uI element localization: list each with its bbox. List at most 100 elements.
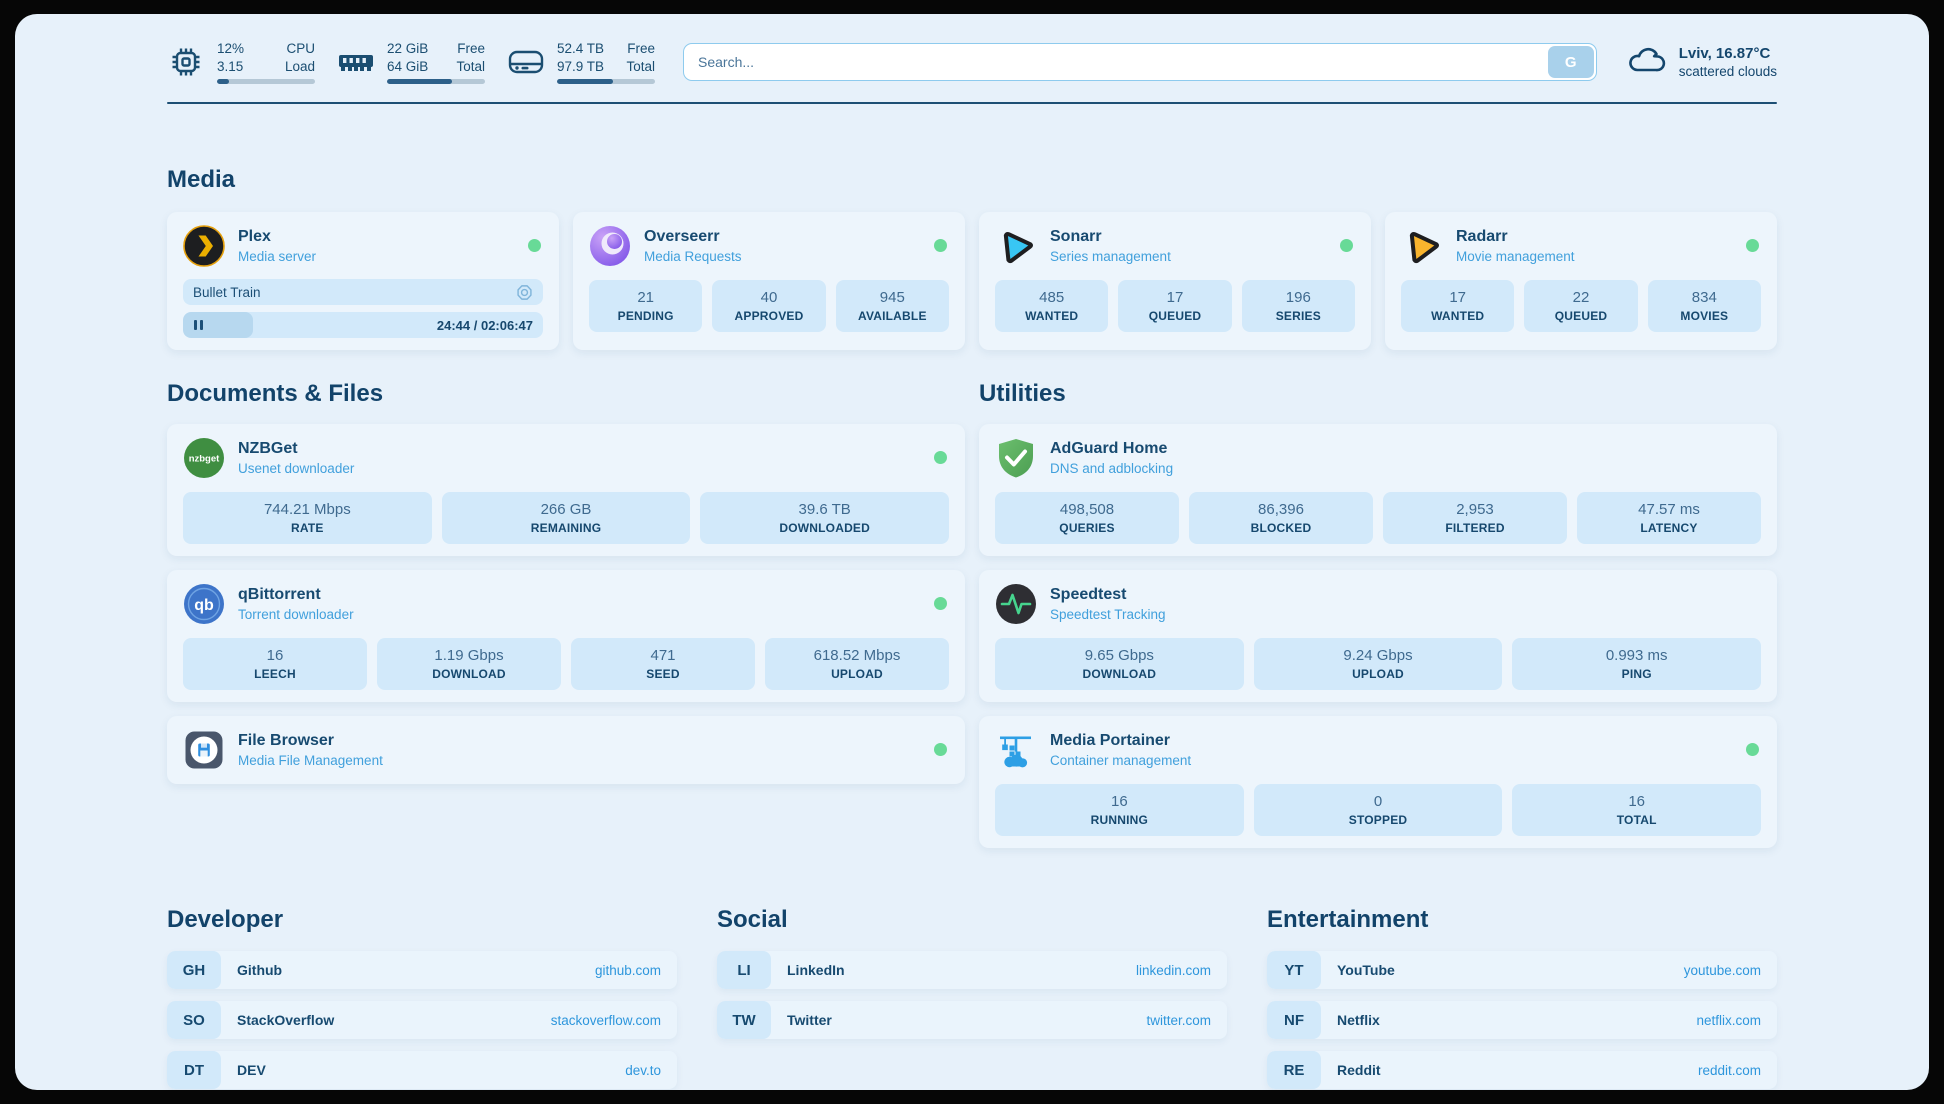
stat-tile: 40 APPROVED [712,280,825,332]
service-subtitle: DNS and adblocking [1050,461,1173,476]
service-subtitle: Series management [1050,249,1171,264]
resource-widgets: 12% 3.15 CPU Load [167,40,655,84]
session-icon [516,284,533,301]
service-name: File Browser [238,732,383,750]
resource-disk: 52.4 TB 97.9 TB Free Total [507,40,655,84]
stat-tile: 471 SEED [571,638,755,690]
stat-tile: 47.57 ms LATENCY [1577,492,1761,544]
bookmark-name: DEV [237,1062,266,1078]
service-subtitle: Media Requests [644,249,742,264]
bookmark-abbr: RE [1267,1051,1321,1089]
service-name: Speedtest [1050,586,1166,604]
weather-condition: scattered clouds [1679,64,1777,79]
search-provider-button[interactable]: G [1548,46,1594,78]
bookmark-url: linkedin.com [1136,963,1211,978]
header-divider [167,102,1777,104]
stat-tile: 266 GB REMAINING [442,492,691,544]
bookmark-netflix[interactable]: NF Netflix netflix.com [1267,1001,1777,1039]
status-online-dot [934,743,947,756]
section-title-developer: Developer [167,906,677,934]
status-online-dot [1746,239,1759,252]
service-card-filebrowser[interactable]: File Browser Media File Management [167,716,965,784]
stat-tile: 17 QUEUED [1118,280,1231,332]
section-title-documents-files: Documents & Files [167,380,965,408]
now-playing-widget: Bullet Train [183,279,543,338]
stat-tile: 16 TOTAL [1512,784,1761,836]
service-card-adguard[interactable]: AdGuard Home DNS and adblocking 498,508 … [979,424,1777,556]
adguard-icon [995,437,1037,479]
stat-tile: 196 SERIES [1242,280,1355,332]
stat-tile: 16 RUNNING [995,784,1244,836]
service-card-plex[interactable]: Plex Media server Bullet Train [167,212,559,350]
radarr-icon [1401,225,1443,267]
service-card-nzbget[interactable]: nzbget NZBGet Usenet downloader 744.21 M… [167,424,965,556]
status-online-dot [934,451,947,464]
service-card-radarr[interactable]: Radarr Movie management 17 WANTED 22 QUE… [1385,212,1777,350]
cpu-progress-bar [217,79,315,84]
filebrowser-icon [183,729,225,771]
cpu-values: 12% 3.15 [217,40,244,75]
bookmark-twitter[interactable]: TW Twitter twitter.com [717,1001,1227,1039]
stat-tile: 744.21 Mbps RATE [183,492,432,544]
bookmark-dev[interactable]: DT DEV dev.to [167,1051,677,1089]
bookmark-reddit[interactable]: RE Reddit reddit.com [1267,1051,1777,1089]
bookmark-name: Github [237,962,282,978]
weather-location-temp: Lviv, 16.87°C [1679,45,1777,62]
service-name: qBittorrent [238,586,354,604]
stat-tile: 22 QUEUED [1524,280,1637,332]
bookmark-name: Netflix [1337,1012,1380,1028]
stat-tile: 834 MOVIES [1648,280,1761,332]
stat-tile: 16 LEECH [183,638,367,690]
pause-icon [193,319,204,331]
service-card-sonarr[interactable]: Sonarr Series management 485 WANTED 17 Q… [979,212,1371,350]
stat-tile: 485 WANTED [995,280,1108,332]
top-bar: 12% 3.15 CPU Load [167,40,1777,84]
svg-text:nzbget: nzbget [189,454,220,465]
disk-icon [507,43,545,81]
service-subtitle: Container management [1050,753,1191,768]
bookmark-name: StackOverflow [237,1012,334,1028]
stat-tile: 0.993 ms PING [1512,638,1761,690]
now-playing-title: Bullet Train [193,285,261,300]
bookmark-url: dev.to [625,1063,661,1078]
bookmark-stackoverflow[interactable]: SO StackOverflow stackoverflow.com [167,1001,677,1039]
bookmark-abbr: YT [1267,951,1321,989]
search-bar: G [683,43,1597,81]
stat-tile: 39.6 TB DOWNLOADED [700,492,949,544]
status-online-dot [1340,239,1353,252]
stat-tile: 9.24 Gbps UPLOAD [1254,638,1503,690]
bookmark-name: LinkedIn [787,962,845,978]
stat-tile: 618.52 Mbps UPLOAD [765,638,949,690]
search-input[interactable] [683,43,1597,81]
service-name: Overseerr [644,228,742,246]
dashboard-page: 12% 3.15 CPU Load [15,14,1929,1090]
service-card-speedtest[interactable]: Speedtest Speedtest Tracking 9.65 Gbps D… [979,570,1777,702]
section-title-social: Social [717,906,1227,934]
stat-tile: 0 STOPPED [1254,784,1503,836]
service-card-qbittorrent[interactable]: qb qBittorrent Torrent downloader 16 LEE… [167,570,965,702]
service-name: AdGuard Home [1050,440,1173,458]
stat-tile: 21 PENDING [589,280,702,332]
bookmark-name: YouTube [1337,962,1395,978]
service-card-overseerr[interactable]: Overseerr Media Requests 21 PENDING 40 A… [573,212,965,350]
bookmark-url: stackoverflow.com [551,1013,661,1028]
service-subtitle: Speedtest Tracking [1050,607,1166,622]
bookmark-github[interactable]: GH Github github.com [167,951,677,989]
section-title-media: Media [167,166,1777,194]
bookmark-linkedin[interactable]: LI LinkedIn linkedin.com [717,951,1227,989]
bookmark-url: github.com [595,963,661,978]
bookmark-youtube[interactable]: YT YouTube youtube.com [1267,951,1777,989]
now-playing-title-row: Bullet Train [183,279,543,305]
disk-labels: Free Total [626,40,655,75]
bookmark-url: twitter.com [1146,1013,1211,1028]
service-name: Plex [238,228,316,246]
stat-tile: 1.19 Gbps DOWNLOAD [377,638,561,690]
now-playing-time: 24:44 / 02:06:47 [437,318,533,333]
bookmark-abbr: SO [167,1001,221,1039]
memory-progress-bar [387,79,485,84]
cpu-icon [167,43,205,81]
section-title-entertainment: Entertainment [1267,906,1777,934]
memory-labels: Free Total [456,40,485,75]
service-card-portainer[interactable]: Media Portainer Container management 16 … [979,716,1777,848]
resource-cpu: 12% 3.15 CPU Load [167,40,315,84]
